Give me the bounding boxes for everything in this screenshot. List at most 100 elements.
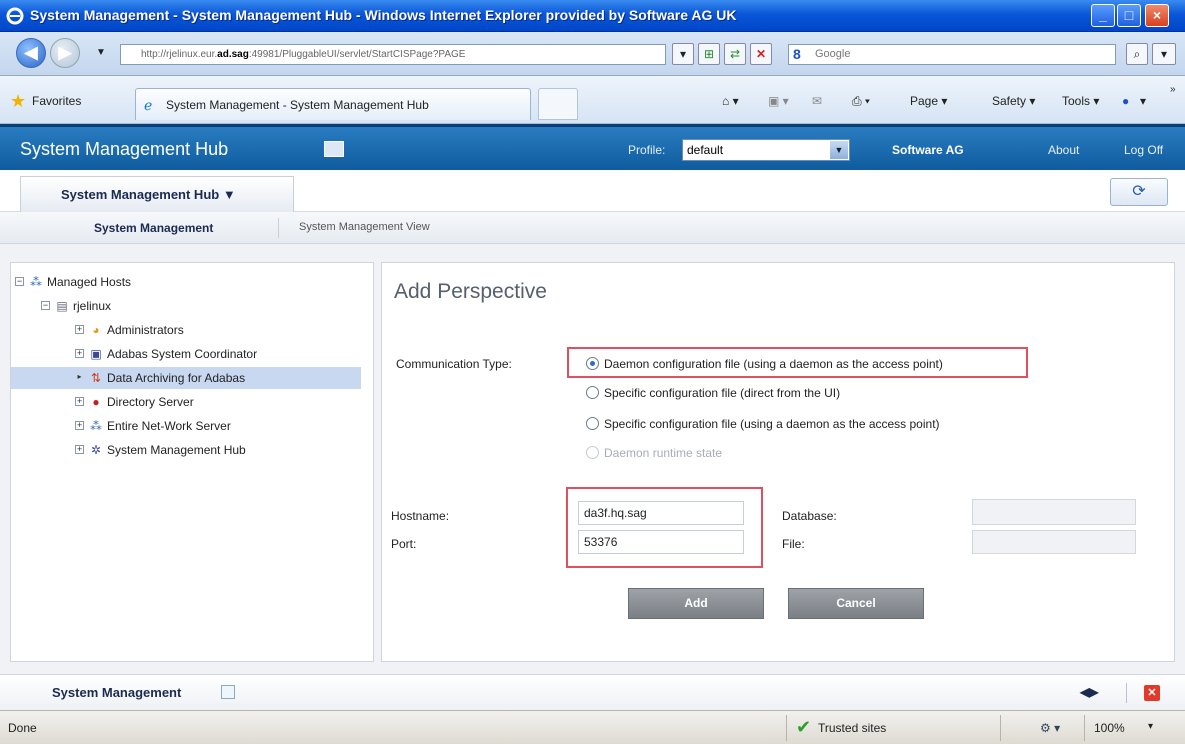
expand-icon[interactable]: +: [75, 397, 84, 406]
hostname-label: Hostname:: [391, 509, 450, 523]
logoff-link[interactable]: Log Off: [1124, 143, 1163, 157]
page-title: Add Perspective: [394, 280, 547, 303]
add-button[interactable]: Add: [628, 588, 764, 619]
window-icon[interactable]: [221, 685, 235, 699]
expand-icon[interactable]: +: [75, 445, 84, 454]
expand-icon[interactable]: +: [75, 421, 84, 430]
address-dropdown-icon[interactable]: ▾: [672, 43, 694, 65]
page-menu[interactable]: Page ▾: [910, 94, 947, 108]
status-bar: Done ✔ Trusted sites ⚙ ▾ 100% ▾: [0, 710, 1185, 744]
radio-label: Specific configuration file (direct from…: [604, 386, 841, 400]
database-field[interactable]: [972, 499, 1136, 525]
favorites-button[interactable]: Favorites: [32, 94, 81, 108]
help-icon[interactable]: ●: [1122, 94, 1129, 108]
tree-label: Directory Server: [107, 395, 194, 409]
search-icon[interactable]: ⌕: [1126, 43, 1148, 65]
tree-node-data-archiving[interactable]: ▸ ⇅ Data Archiving for Adabas: [11, 367, 361, 389]
tree-node-managed-hosts[interactable]: − ⁂ Managed Hosts: [11, 271, 361, 293]
minimize-button[interactable]: _: [1091, 4, 1115, 27]
expand-icon[interactable]: +: [75, 325, 84, 334]
radio-daemon-config[interactable]: [586, 357, 599, 370]
feeds-icon[interactable]: ▣ ▾: [768, 94, 789, 108]
browser-tab-label: System Management - System Management Hu…: [166, 98, 429, 112]
tree-node-network-server[interactable]: + ⁂ Entire Net-Work Server: [11, 415, 361, 437]
app-header: System Management Hub Profile: default ▼…: [0, 124, 1185, 170]
file-label: File:: [782, 537, 805, 551]
radio-specific-direct[interactable]: [586, 386, 599, 399]
forward-button[interactable]: ▶: [50, 38, 80, 68]
tree-label: Entire Net-Work Server: [107, 419, 231, 433]
url-suffix: :49981/PluggableUI/servlet/StartCISPage?…: [248, 49, 466, 60]
collapse-icon[interactable]: −: [15, 277, 24, 286]
zoom-level[interactable]: 100%: [1094, 721, 1125, 735]
new-tab-button[interactable]: [538, 88, 578, 120]
cancel-button[interactable]: Cancel: [788, 588, 924, 619]
tree-node-host[interactable]: − ▤ rjelinux: [11, 295, 361, 317]
close-window-button[interactable]: ×: [1145, 4, 1169, 27]
tree-node-coordinator[interactable]: + ▣ Adabas System Coordinator: [11, 343, 361, 365]
navigation-tree: − ⁂ Managed Hosts − ▤ rjelinux + ◕ Admin…: [10, 262, 374, 662]
window-title: System Management - System Management Hu…: [30, 7, 737, 23]
print-icon[interactable]: ⎙ ▾: [852, 94, 870, 109]
collapse-icon[interactable]: −: [41, 301, 50, 310]
close-icon[interactable]: ✕: [1144, 685, 1160, 701]
ie-logo-icon: [6, 7, 24, 25]
scroll-arrows-icon[interactable]: ◀▶: [1080, 685, 1098, 699]
home-icon[interactable]: ⌂ ▾: [722, 94, 739, 108]
search-input[interactable]: 8 Google: [788, 44, 1116, 65]
radio-label: Daemon runtime state: [604, 446, 723, 460]
tree-label: Adabas System Coordinator: [107, 347, 258, 361]
help-menu[interactable]: ▾: [1140, 94, 1146, 108]
tools-menu[interactable]: Tools ▾: [1062, 94, 1099, 108]
subnav-system-management-view[interactable]: System Management View: [299, 221, 430, 233]
stop-icon[interactable]: ✕: [750, 43, 772, 65]
sub-navigation: System Management System Management View: [0, 212, 1185, 244]
status-text: Done: [8, 721, 37, 735]
mail-icon[interactable]: ✉: [812, 94, 822, 108]
safety-menu[interactable]: Safety ▾: [992, 94, 1035, 108]
hub-tab-row: System Management Hub ▼ ⟳: [0, 170, 1185, 212]
expand-icon[interactable]: +: [75, 349, 84, 358]
url-host: ad.sag: [217, 49, 249, 60]
tree-node-administrators[interactable]: + ◕ Administrators: [11, 319, 361, 341]
bottom-tab-label[interactable]: System Management: [52, 685, 181, 700]
refresh-button[interactable]: ⟳: [1110, 178, 1168, 206]
tree-label: rjelinux: [73, 299, 112, 313]
hub-tab[interactable]: System Management Hub ▼: [20, 176, 294, 212]
history-dropdown-icon[interactable]: ▼: [96, 47, 106, 58]
chevron-more-icon[interactable]: »: [1170, 84, 1176, 95]
file-field[interactable]: [972, 530, 1136, 554]
database-label: Database:: [782, 509, 837, 523]
tree-node-smh[interactable]: + ✲ System Management Hub: [11, 439, 361, 461]
google-icon: 8: [793, 46, 801, 62]
expand-icon[interactable]: ▸: [75, 373, 84, 382]
radio-specific-daemon[interactable]: [586, 417, 599, 430]
maximize-button[interactable]: □: [1117, 4, 1141, 27]
address-field[interactable]: http://rjelinux.eur.ad.sag:49981/Pluggab…: [120, 44, 666, 65]
form-panel: [381, 262, 1175, 662]
subnav-system-management[interactable]: System Management: [94, 221, 213, 235]
brand-label: Software AG: [892, 143, 964, 157]
search-options-icon[interactable]: ▾: [1152, 43, 1176, 65]
profile-select[interactable]: default ▼: [682, 139, 850, 161]
page-icon: ℯ: [144, 97, 153, 113]
app-title: System Management Hub: [20, 139, 229, 159]
back-button[interactable]: ◀: [16, 38, 46, 68]
protected-mode-icon[interactable]: ⚙ ▾: [1040, 721, 1060, 735]
administrators-icon: ◕: [92, 323, 100, 337]
hostname-field[interactable]: da3f.hq.sag: [578, 501, 744, 525]
zoom-dropdown-icon[interactable]: ▾: [1148, 721, 1153, 732]
refresh-icon[interactable]: ⇄: [724, 43, 746, 65]
about-link[interactable]: About: [1048, 143, 1079, 157]
grid-menu-icon[interactable]: [324, 141, 344, 157]
browser-tab-active[interactable]: ℯ System Management - System Management …: [135, 88, 531, 120]
port-field[interactable]: 53376: [578, 530, 744, 554]
bottom-tab-bar: System Management ◀▶ ✕: [0, 674, 1185, 710]
checkmark-icon: ✔: [796, 717, 812, 737]
window-title-bar: System Management - System Management Hu…: [0, 0, 1185, 32]
tree-node-directory-server[interactable]: + ● Directory Server: [11, 391, 361, 413]
tree-label: Managed Hosts: [47, 275, 132, 289]
favorites-star-icon[interactable]: ★: [10, 92, 30, 110]
server-icon: ▤: [56, 299, 68, 313]
compat-view-icon[interactable]: ⊞: [698, 43, 720, 65]
